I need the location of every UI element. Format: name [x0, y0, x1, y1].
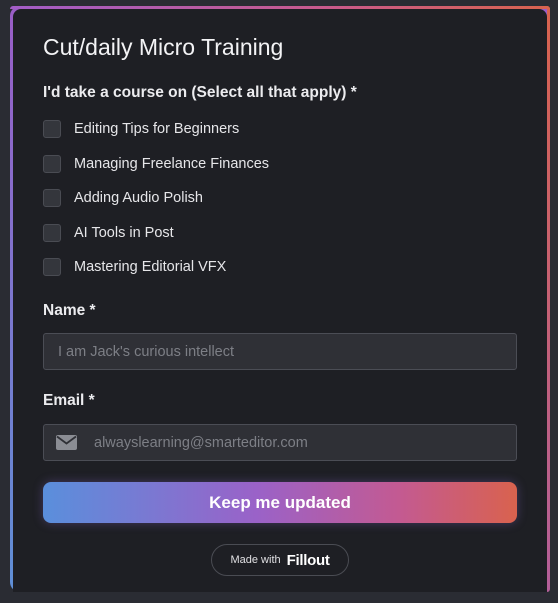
- email-field-box[interactable]: [43, 424, 517, 461]
- made-with-text: Made with: [230, 554, 281, 566]
- option-label: AI Tools in Post: [74, 224, 174, 241]
- checkbox[interactable]: [43, 154, 61, 173]
- form-title: Cut/daily Micro Training: [43, 34, 284, 60]
- fillout-logo-text: Fillout: [286, 551, 330, 569]
- course-option-editing-tips[interactable]: Editing Tips for Beginners: [43, 119, 269, 139]
- checkbox[interactable]: [43, 120, 61, 138]
- option-label: Managing Freelance Finances: [74, 155, 270, 172]
- course-option-audio-polish[interactable]: Adding Audio Polish: [43, 188, 269, 208]
- envelope-icon: [56, 435, 78, 451]
- course-options-list: Editing Tips for Beginners Managing Free…: [43, 119, 269, 292]
- course-question-label: I'd take a course on (Select all that ap…: [43, 84, 357, 101]
- form-card: Cut/daily Micro Training I'd take a cour…: [13, 9, 547, 592]
- course-option-editorial-vfx[interactable]: Mastering Editorial VFX: [43, 257, 269, 277]
- option-label: Editing Tips for Beginners: [74, 121, 240, 137]
- email-input[interactable]: [92, 433, 504, 452]
- submit-button[interactable]: Keep me updated: [43, 482, 517, 523]
- form-frame: Cut/daily Micro Training I'd take a cour…: [10, 6, 550, 592]
- course-option-freelance-finances[interactable]: Managing Freelance Finances: [43, 154, 269, 174]
- checkbox[interactable]: [43, 189, 61, 208]
- name-label: Name *: [43, 302, 96, 319]
- checkbox[interactable]: [43, 258, 61, 277]
- name-input[interactable]: [56, 342, 504, 361]
- option-label: Mastering Editorial VFX: [74, 259, 227, 276]
- checkbox[interactable]: [43, 223, 61, 242]
- course-option-ai-tools[interactable]: AI Tools in Post: [43, 223, 269, 243]
- email-label: Email *: [43, 392, 95, 409]
- made-with-fillout-badge[interactable]: Made with Fillout: [211, 544, 349, 576]
- option-label: Adding Audio Polish: [74, 190, 203, 207]
- name-field-box[interactable]: [43, 333, 517, 370]
